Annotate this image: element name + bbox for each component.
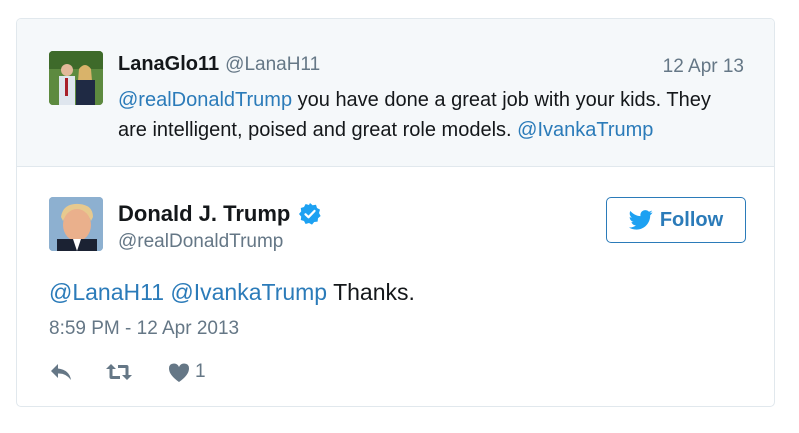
like-count: 1 — [195, 361, 206, 382]
mention-ivankatrump[interactable]: @IvankaTrump — [170, 279, 327, 305]
twitter-bird-icon — [628, 210, 653, 230]
author-photo-icon — [49, 197, 103, 251]
like-button[interactable]: 1 — [167, 361, 206, 383]
quoted-mention-realdonaldtrump[interactable]: @realDonaldTrump — [118, 89, 292, 111]
author-handle[interactable]: @realDonaldTrump — [118, 231, 283, 253]
tweet-actions: 1 — [49, 359, 206, 385]
follow-button[interactable]: Follow — [606, 197, 746, 243]
reply-button[interactable] — [49, 361, 73, 383]
retweet-button[interactable] — [105, 361, 133, 383]
author-avatar[interactable] — [49, 197, 103, 251]
verified-badge-icon — [299, 203, 321, 225]
quoted-tweet[interactable]: LanaGlo11 @LanaH11 12 Apr 13 @realDonaldT… — [17, 19, 774, 167]
reply-icon — [51, 364, 71, 380]
retweet-icon — [106, 364, 132, 380]
mention-lanah11[interactable]: @LanaH11 — [49, 279, 164, 305]
heart-icon — [169, 363, 189, 382]
tweet-timestamp[interactable]: 8:59 PM - 12 Apr 2013 — [49, 318, 239, 340]
quoted-mention-ivankatrump[interactable]: @IvankaTrump — [517, 119, 653, 141]
avatar-photo-icon — [49, 51, 103, 105]
quoted-date[interactable]: 12 Apr 13 — [663, 56, 744, 78]
quoted-user-avatar[interactable] — [49, 51, 103, 105]
tweet-text: @LanaH11 @IvankaTrump Thanks. — [49, 279, 415, 305]
quoted-text: @realDonaldTrump you have done a great j… — [118, 89, 711, 141]
author-name[interactable]: Donald J. Trump — [118, 201, 322, 227]
tweet-embed-card: LanaGlo11 @LanaH11 12 Apr 13 @realDonaldT… — [16, 18, 775, 407]
quoted-user-handle: @LanaH11 — [225, 54, 321, 75]
quoted-user-name[interactable]: LanaGlo11 @LanaH11 — [118, 53, 320, 76]
